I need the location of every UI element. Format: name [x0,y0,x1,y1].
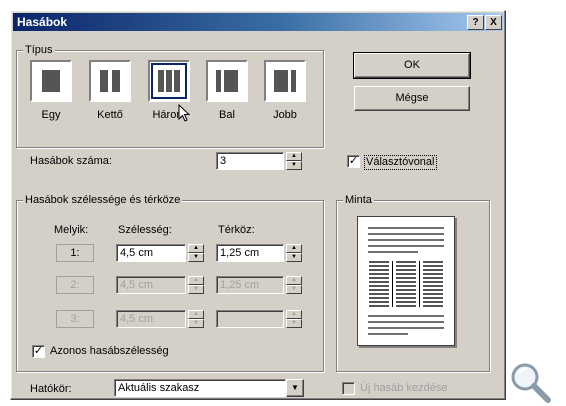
new-column-checkbox [342,382,355,395]
scope-select[interactable]: Aktuális szakasz [114,379,286,397]
width-spinner: ▲ ▼ [188,310,204,328]
spin-down-icon[interactable]: ▼ [188,253,204,262]
preview-column [369,261,389,307]
title-bar: Hasábok ? X [13,13,503,31]
column-bar [224,70,238,92]
dialog-title: Hasábok [17,15,68,29]
index-header: Melyik: [54,224,89,236]
scope-label: Hatókör: [30,383,72,395]
width-input: 4,5 cm [116,310,186,328]
spacing-spinner: ▲ ▼ [286,310,302,328]
width-input[interactable]: 4,5 cm [116,244,186,262]
column-bar [42,70,60,92]
preset-one-column[interactable] [30,60,72,102]
spin-up-icon[interactable]: ▲ [286,152,302,161]
width-spacing-legend: Hasábok szélessége és térköze [23,194,183,206]
page-preview [357,216,455,346]
preview-column [396,261,416,307]
preset-label-one: Egy [41,109,61,121]
column-bar [100,70,108,92]
spin-down-icon: ▼ [286,319,302,328]
row-index: 3: [56,310,94,328]
spin-up-icon: ▲ [286,276,302,285]
new-column-label: Új hasáb kezdése [360,382,448,394]
column-bar [291,70,296,92]
separator-checkbox[interactable]: ✓ [347,155,360,168]
spin-up-icon: ▲ [188,310,204,319]
equal-width-label[interactable]: Azonos hasábszélesség [50,345,169,358]
spin-down-icon: ▼ [286,285,302,294]
preset-label-two: Kettő [97,109,123,121]
spacing-spinner: ▲ ▼ [286,276,302,294]
preset-label-right: Jobb [273,109,297,121]
spin-up-icon[interactable]: ▲ [286,244,302,253]
cancel-button[interactable]: Mégse [354,86,470,111]
width-header: Szélesség: [118,224,172,236]
preset-left[interactable] [206,60,248,102]
equal-width-checkbox[interactable]: ✓ [32,345,45,358]
spacing-input [216,310,284,328]
spacing-spinner[interactable]: ▲ ▼ [286,244,302,262]
preview-column [423,261,443,307]
preset-three-columns[interactable] [148,60,190,102]
help-button[interactable]: ? [467,15,484,30]
width-input: 4,5 cm [116,276,186,294]
chevron-down-icon[interactable]: ▼ [286,379,304,397]
column-bar [158,70,164,92]
column-bar [174,70,180,92]
separator-label[interactable]: Választóvonal [364,155,437,170]
spin-down-icon: ▼ [188,319,204,328]
column-count-input[interactable]: 3 [216,152,284,170]
row-index: 1: [56,244,94,262]
width-spinner: ▲ ▼ [188,276,204,294]
spin-up-icon: ▲ [188,276,204,285]
spin-up-icon: ▲ [286,310,302,319]
column-bar [112,70,120,92]
spin-down-icon[interactable]: ▼ [286,253,302,262]
spacing-header: Térköz: [218,224,255,236]
close-button[interactable]: X [485,15,502,30]
preset-label-left: Bal [219,109,235,121]
spacing-input[interactable]: 1,25 cm [216,244,284,262]
preset-right[interactable] [264,60,306,102]
width-spinner[interactable]: ▲ ▼ [188,244,204,262]
row-index: 2: [56,276,94,294]
column-count-label: Hasábok száma: [30,155,112,167]
spacing-input: 1,25 cm [216,276,284,294]
ok-button[interactable]: OK [353,52,471,79]
column-bar [274,70,288,92]
mouse-pointer-icon [178,104,191,122]
column-bar [216,70,221,92]
type-group-legend: Típus [23,44,55,56]
spin-down-icon: ▼ [188,285,204,294]
spin-down-icon[interactable]: ▼ [286,161,302,170]
column-bar [166,70,172,92]
spin-up-icon[interactable]: ▲ [188,244,204,253]
column-count-spinner[interactable]: ▲ ▼ [286,152,302,170]
magnifier-icon[interactable] [508,360,554,406]
preview-legend: Minta [343,194,374,206]
preset-two-columns[interactable] [89,60,131,102]
